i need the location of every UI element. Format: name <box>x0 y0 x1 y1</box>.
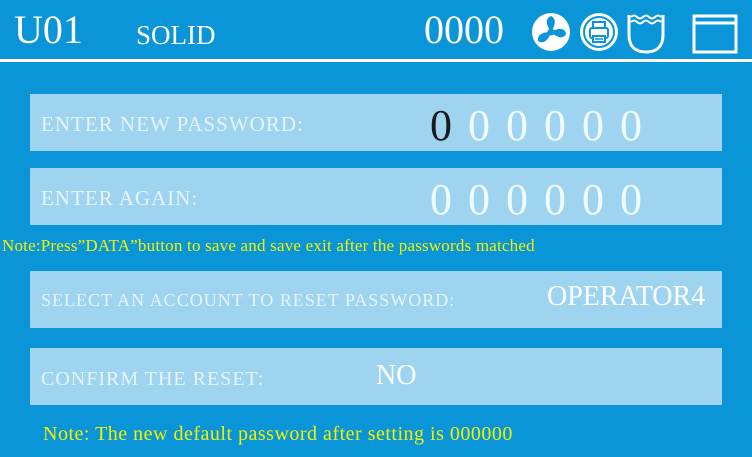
confirm-password-digit[interactable]: 0 <box>430 176 468 224</box>
confirm-password-digits[interactable]: 000000 <box>430 176 658 224</box>
save-note: Note:Press”DATA”button to save and save … <box>2 236 535 255</box>
default-password-note: Note: The new default password after set… <box>43 423 513 445</box>
printer-icon <box>580 13 618 51</box>
reset-account-panel[interactable]: SELECT AN ACCOUNT TO RESET PASSWORD: OPE… <box>30 271 722 328</box>
window-icon <box>692 14 738 54</box>
new-password-panel[interactable]: ENTER NEW PASSWORD: 000000 <box>30 94 722 151</box>
reset-account-label: SELECT AN ACCOUNT TO RESET PASSWORD: <box>41 290 456 310</box>
confirm-password-digit[interactable]: 0 <box>620 176 658 224</box>
unit-id: U01 <box>14 7 83 52</box>
reset-account-value[interactable]: OPERATOR4 <box>547 281 705 313</box>
confirm-password-digit[interactable]: 0 <box>544 176 582 224</box>
confirm-reset-panel[interactable]: CONFIRM THE RESET: NO <box>30 348 722 405</box>
water-bath-icon <box>627 14 665 54</box>
counter-display: 0000 <box>424 7 504 52</box>
confirm-password-digit[interactable]: 0 <box>582 176 620 224</box>
new-password-label: ENTER NEW PASSWORD: <box>41 112 304 136</box>
new-password-digit[interactable]: 0 <box>506 102 544 150</box>
mode-label: SOLID <box>136 20 216 50</box>
new-password-digit[interactable]: 0 <box>468 102 506 150</box>
status-bar: U01 SOLID 0000 <box>0 0 752 62</box>
confirm-password-digit[interactable]: 0 <box>506 176 544 224</box>
new-password-digit[interactable]: 0 <box>582 102 620 150</box>
fan-icon <box>532 13 570 51</box>
confirm-reset-label: CONFIRM THE RESET: <box>41 368 265 390</box>
confirm-password-label: ENTER AGAIN: <box>41 186 199 210</box>
new-password-digits[interactable]: 000000 <box>430 102 658 150</box>
new-password-digit[interactable]: 0 <box>620 102 658 150</box>
confirm-reset-value[interactable]: NO <box>376 360 416 392</box>
new-password-digit[interactable]: 0 <box>544 102 582 150</box>
confirm-password-digit[interactable]: 0 <box>468 176 506 224</box>
confirm-password-panel[interactable]: ENTER AGAIN: 000000 <box>30 168 722 225</box>
new-password-digit[interactable]: 0 <box>430 102 468 150</box>
